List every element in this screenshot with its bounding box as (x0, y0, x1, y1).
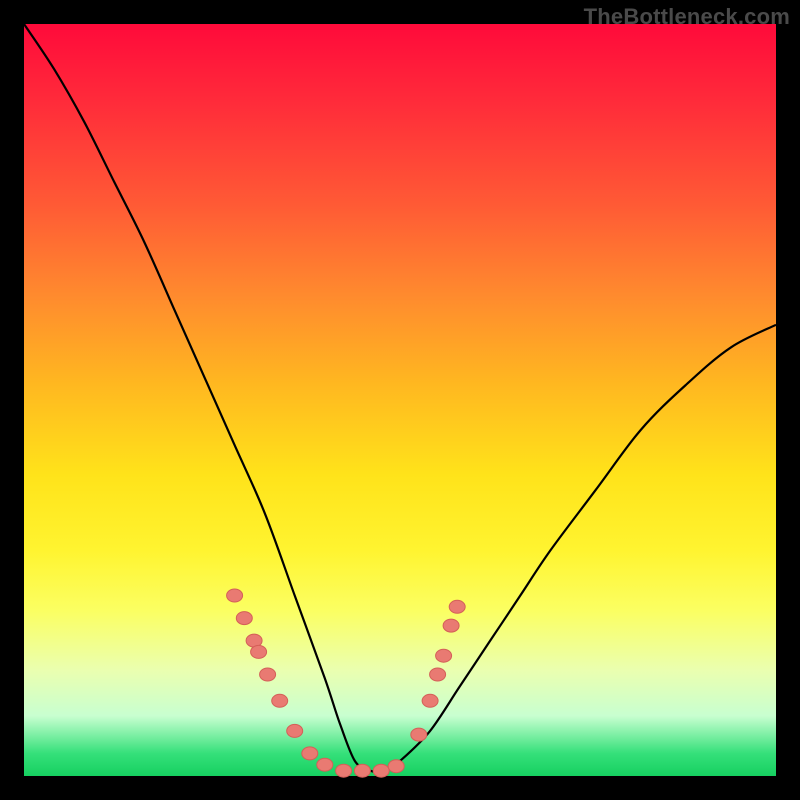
data-marker (430, 668, 446, 681)
watermark-text: TheBottleneck.com (584, 4, 790, 30)
data-marker (251, 645, 267, 658)
chart-svg (24, 24, 776, 776)
data-marker (411, 728, 427, 741)
data-marker (302, 747, 318, 760)
data-marker (260, 668, 276, 681)
data-marker (227, 589, 243, 602)
data-marker (422, 694, 438, 707)
chart-frame: TheBottleneck.com (0, 0, 800, 800)
bottleneck-curve (24, 24, 776, 772)
curve-group (24, 24, 776, 772)
data-marker (436, 649, 452, 662)
data-marker (449, 600, 465, 613)
data-marker (354, 764, 370, 777)
marker-group (227, 589, 466, 777)
data-marker (272, 694, 288, 707)
plot-area (24, 24, 776, 776)
data-marker (373, 764, 389, 777)
data-marker (236, 612, 252, 625)
data-marker (443, 619, 459, 632)
data-marker (317, 758, 333, 771)
data-marker (287, 724, 303, 737)
data-marker (388, 760, 404, 773)
data-marker (336, 764, 352, 777)
